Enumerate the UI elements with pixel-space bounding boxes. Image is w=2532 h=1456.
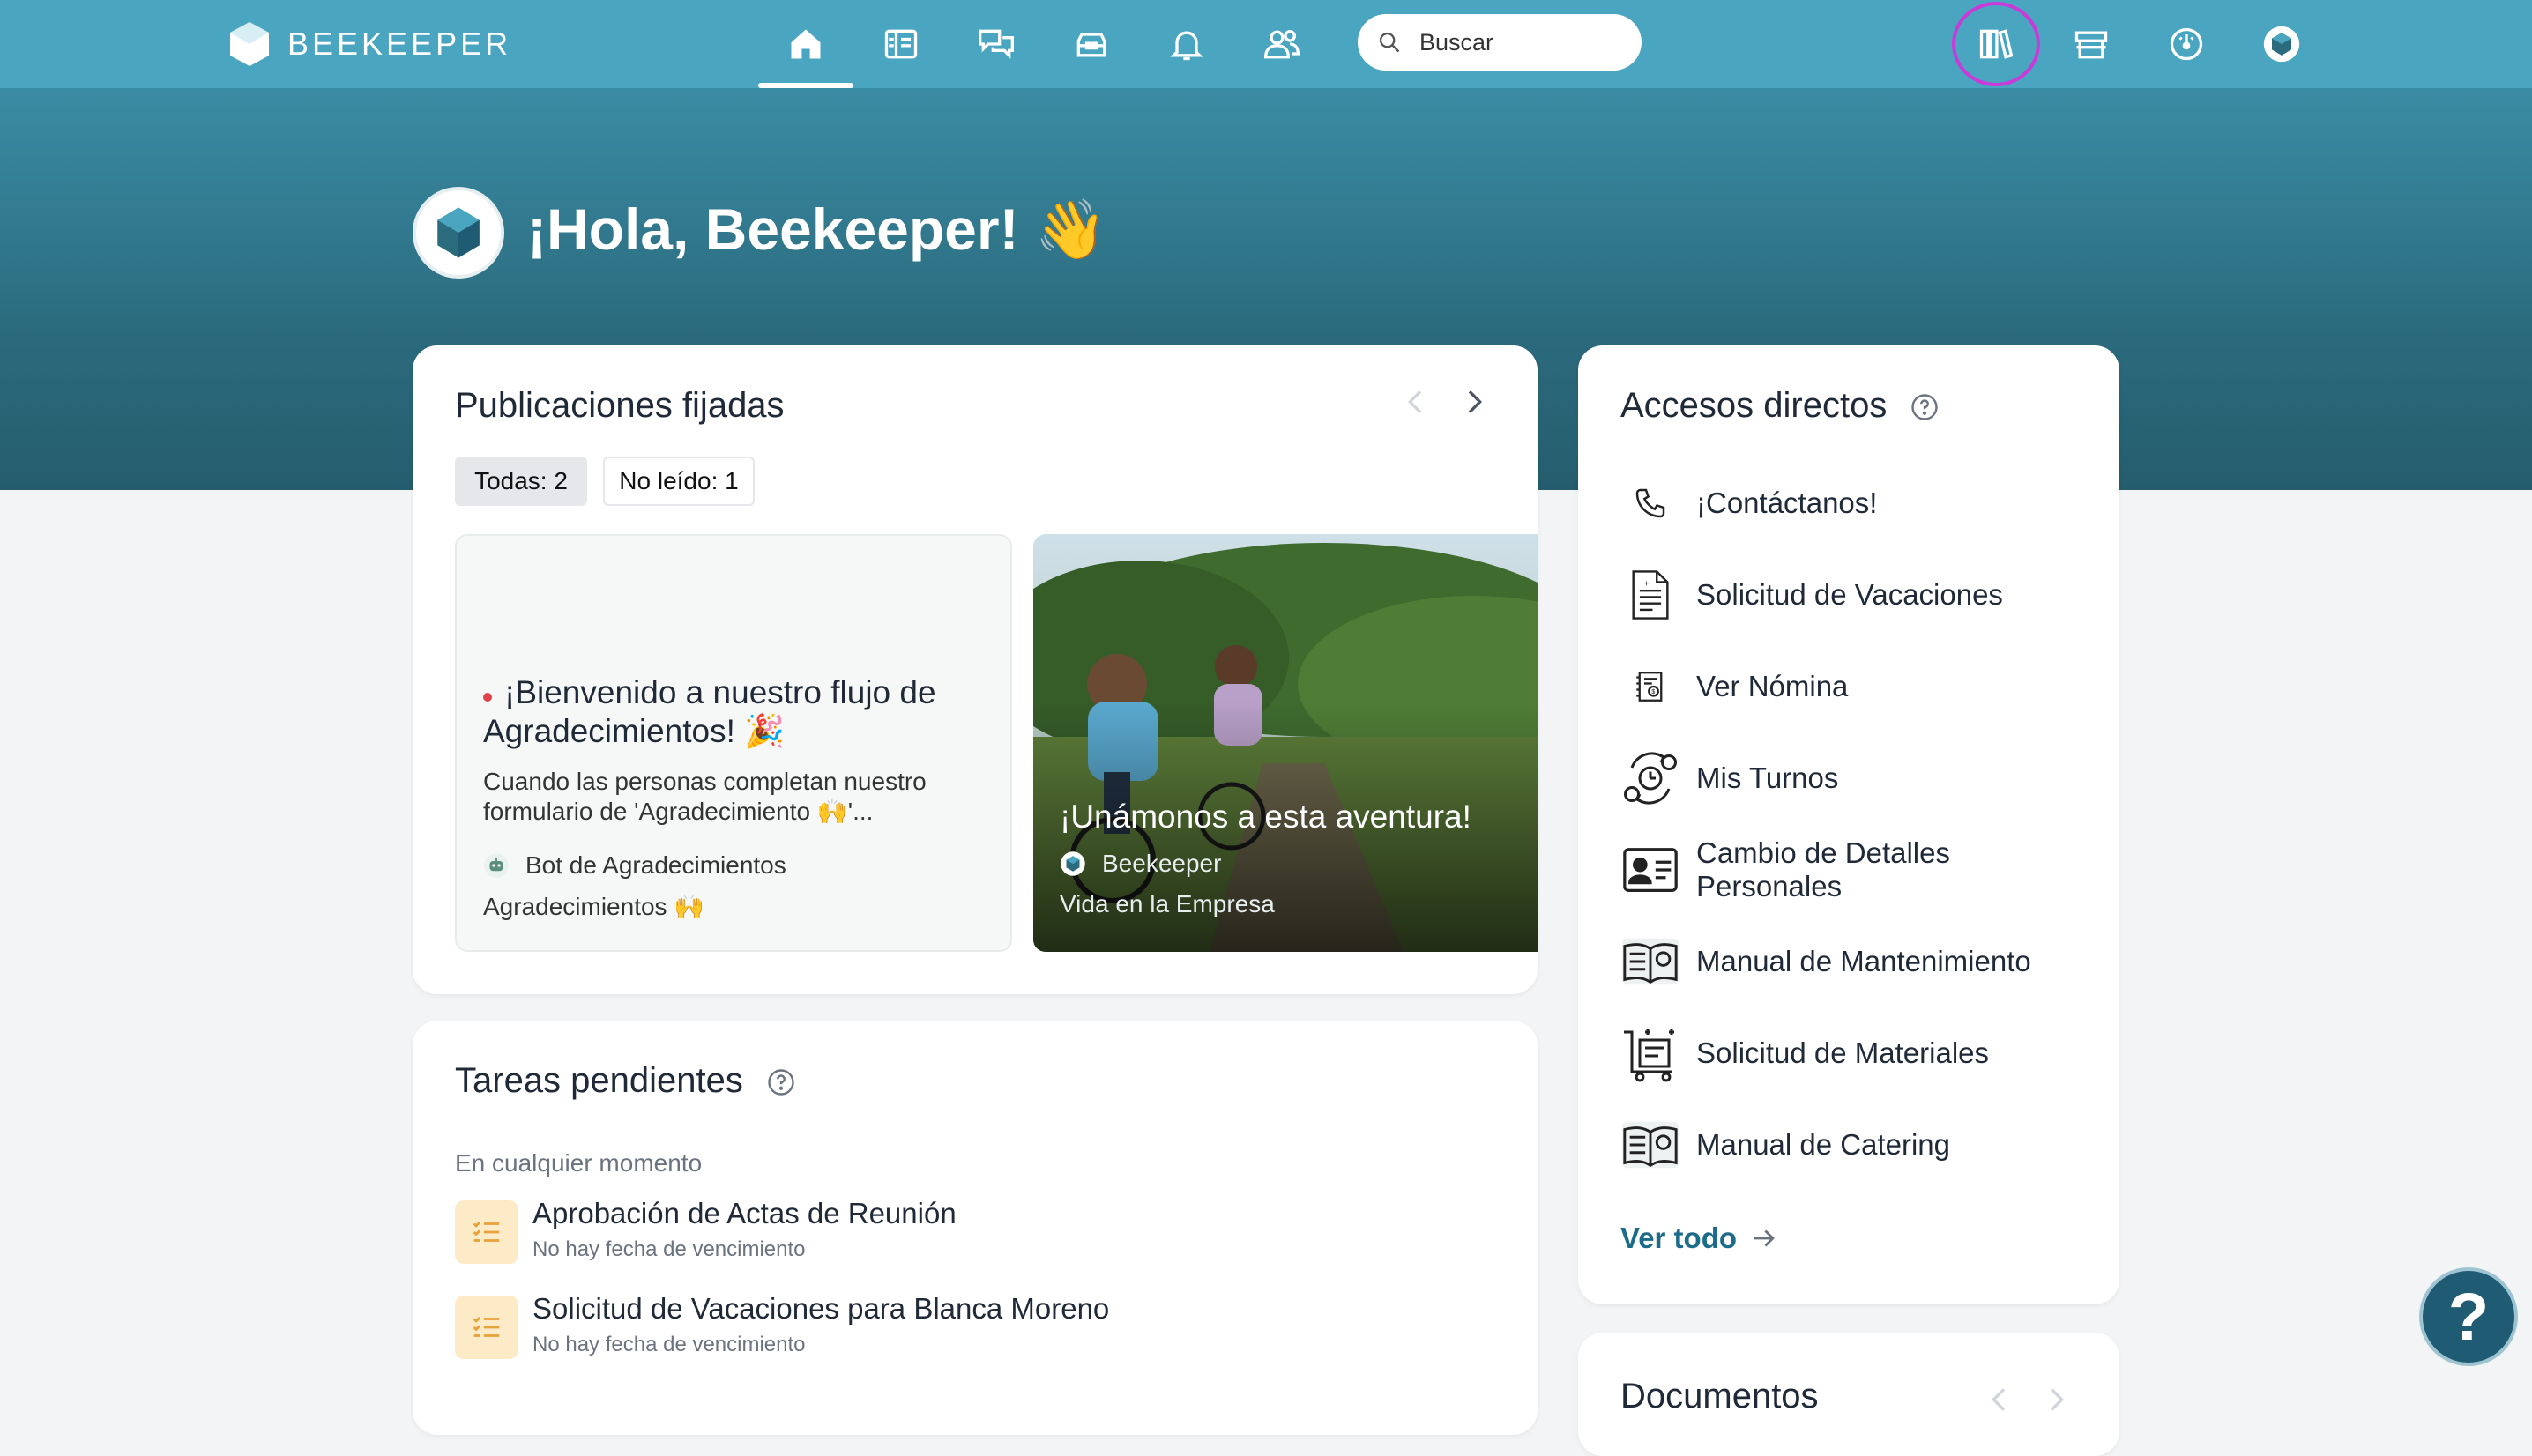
toolbox-icon[interactable] xyxy=(1067,19,1116,69)
home-icon[interactable] xyxy=(781,19,830,69)
pinned-posts-title: Publicaciones fijadas xyxy=(455,386,785,425)
shortcuts-card: Accesos directos ¡Contáctanos! + Solicit… xyxy=(1578,345,2119,1304)
tasks-title-row: Tareas pendientes xyxy=(455,1061,797,1101)
help-circle-icon[interactable] xyxy=(1909,391,1940,423)
shortcut-contact[interactable]: ¡Contáctanos! xyxy=(1617,465,2093,541)
shortcut-catering-manual[interactable]: Manual de Catering xyxy=(1617,1107,2093,1183)
shortcut-my-shifts[interactable]: Mis Turnos xyxy=(1617,740,2093,816)
store-icon[interactable] xyxy=(2067,19,2116,69)
greeting-title: ¡Hola, Beekeeper! 👋 xyxy=(527,197,1108,262)
post-author-name: Bot de Agradecimientos xyxy=(525,851,786,879)
checklist-icon xyxy=(455,1200,518,1264)
chevron-left-icon[interactable] xyxy=(1398,384,1434,420)
materials-cart-icon xyxy=(1617,1020,1684,1087)
documents-title: Documentos xyxy=(1620,1377,1819,1415)
filter-all-chip[interactable]: Todas: 2 xyxy=(455,457,587,506)
task-item[interactable]: Solicitud de Vacaciones para Blanca More… xyxy=(455,1292,1469,1363)
post-author: Bot de Agradecimientos xyxy=(483,851,786,880)
task-name: Solicitud de Vacaciones para Blanca More… xyxy=(532,1292,1110,1325)
filter-unread-chip[interactable]: No leído: 1 xyxy=(603,457,755,506)
task-item[interactable]: Aprobación de Actas de Reunión No hay fe… xyxy=(455,1197,1469,1267)
task-due: No hay fecha de vencimiento xyxy=(532,1237,806,1261)
shortcut-vacation-request[interactable]: + Solicitud de Vacaciones xyxy=(1617,557,2093,633)
tasks-section-label: En cualquier momento xyxy=(455,1149,703,1177)
arrow-right-icon xyxy=(1754,1229,1775,1247)
manual-book-icon xyxy=(1617,1111,1684,1178)
post-title: ¡Bienvenido a nuestro flujo de Agradecim… xyxy=(483,674,936,749)
tasks-title: Tareas pendientes xyxy=(455,1061,743,1100)
help-button[interactable]: ? xyxy=(2419,1267,2518,1366)
post-group: Agradecimientos 🙌 xyxy=(483,893,705,920)
shortcuts-title-row: Accesos directos xyxy=(1620,386,1940,426)
pinned-post-card[interactable]: ¡Unámonos a esta aventura! Beekeeper Vid… xyxy=(1033,534,1538,952)
shortcut-materials-request[interactable]: Solicitud de Materiales xyxy=(1617,1015,2093,1091)
shortcut-maintenance-manual[interactable]: Manual de Mantenimiento xyxy=(1617,924,2093,999)
hero-avatar xyxy=(413,187,504,279)
chevron-right-icon[interactable] xyxy=(2038,1382,2074,1417)
chat-icon[interactable] xyxy=(972,19,1021,69)
id-card-icon xyxy=(1617,836,1684,903)
checklist-icon xyxy=(455,1296,518,1359)
bell-icon[interactable] xyxy=(1162,19,1211,69)
shortcut-personal-details[interactable]: Cambio de Detalles Personales xyxy=(1617,832,2093,908)
dashboard-icon[interactable] xyxy=(2162,19,2211,69)
task-name: Aprobación de Actas de Reunión xyxy=(532,1197,957,1229)
post-title: ¡Unámonos a esta aventura! xyxy=(1060,799,1471,835)
search-bar[interactable] xyxy=(1358,14,1642,71)
task-due: No hay fecha de vencimiento xyxy=(532,1333,806,1356)
pinned-post-card[interactable]: ¡Bienvenido a nuestro flujo de Agradecim… xyxy=(455,534,1012,952)
documents-card: Documentos xyxy=(1578,1333,2119,1456)
payroll-icon: $ xyxy=(1617,653,1684,720)
shortcut-label: ¡Contáctanos! xyxy=(1696,487,1878,519)
post-cover-image xyxy=(1033,534,1538,952)
bot-avatar-icon xyxy=(484,853,509,878)
highlight-ring xyxy=(1952,2,2040,86)
beekeeper-avatar-icon xyxy=(1061,851,1085,876)
shortcut-payroll[interactable]: $ Ver Nómina xyxy=(1617,649,2093,724)
shortcut-label: Cambio de Detalles Personales xyxy=(1696,836,1950,903)
post-author-name: Beekeeper xyxy=(1102,850,1222,877)
search-input[interactable] xyxy=(1418,27,1624,57)
see-all-label: Ver todo xyxy=(1620,1222,1738,1254)
top-navbar: BEEKEEPER xyxy=(0,0,2532,88)
shortcut-label: Ver Nómina xyxy=(1696,670,1849,702)
phone-icon xyxy=(1617,470,1684,537)
shortcut-label: Manual de Catering xyxy=(1696,1128,1951,1161)
shortcut-label: Manual de Mantenimiento xyxy=(1696,945,2031,977)
svg-text:+: + xyxy=(1644,579,1650,589)
search-icon xyxy=(1379,32,1400,53)
chevron-left-icon[interactable] xyxy=(1982,1382,2017,1417)
shortcuts-title: Accesos directos xyxy=(1620,386,1888,425)
news-icon[interactable] xyxy=(876,19,926,69)
shortcut-label: Solicitud de Materiales xyxy=(1696,1036,1989,1069)
brand-logo[interactable]: BEEKEEPER xyxy=(227,19,511,69)
brand-name: BEEKEEPER xyxy=(287,26,512,62)
profile-avatar[interactable] xyxy=(2257,19,2306,69)
shift-cycle-icon xyxy=(1617,745,1684,812)
beekeeper-logo-icon xyxy=(230,22,269,66)
pending-tasks-card: Tareas pendientes En cualquier momento A… xyxy=(413,1021,1538,1435)
see-all-link[interactable]: Ver todo xyxy=(1620,1222,1779,1255)
pinned-posts-card: Publicaciones fijadas Todas: 2 No leído:… xyxy=(413,345,1538,994)
shortcut-label: Solicitud de Vacaciones xyxy=(1696,578,2003,611)
shortcut-label: Mis Turnos xyxy=(1696,761,1839,794)
post-author: Beekeeper xyxy=(1060,850,1221,878)
chevron-right-icon[interactable] xyxy=(1456,384,1492,420)
people-icon[interactable] xyxy=(1257,19,1307,69)
document-icon: + xyxy=(1617,561,1684,628)
svg-text:$: $ xyxy=(1651,689,1655,695)
help-circle-icon[interactable] xyxy=(765,1066,797,1098)
manual-book-icon xyxy=(1617,928,1684,995)
post-group: Vida en la Empresa xyxy=(1060,890,1275,917)
post-excerpt: Cuando las personas completan nuestro fo… xyxy=(483,768,927,825)
